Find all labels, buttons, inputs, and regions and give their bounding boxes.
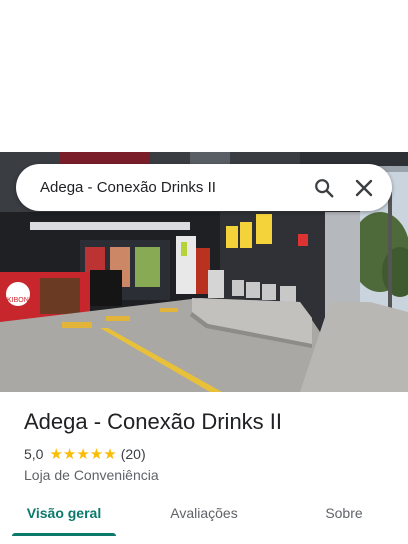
place-title: Adega - Conexão Drinks II	[24, 409, 283, 434]
tab-reviews[interactable]: Avaliações	[128, 496, 280, 536]
place-category[interactable]: Loja de Conveniência	[24, 467, 394, 485]
rating-row[interactable]: 5,0 ★★★★★ (20)	[24, 445, 394, 463]
review-count: (20)	[120, 446, 146, 462]
close-icon[interactable]	[344, 168, 384, 208]
search-bar[interactable]: Adega - Conexão Drinks II	[16, 164, 392, 211]
kibon-logo: KIBON	[7, 297, 29, 304]
place-info: Adega - Conexão Drinks II 5,0 ★★★★★ (20)…	[24, 408, 394, 485]
tab-label: Visão geral	[26, 505, 102, 521]
place-tabs: Visão geral Avaliações Sobre	[0, 496, 408, 536]
active-tab-indicator	[12, 533, 116, 536]
tab-label: Sobre	[325, 505, 363, 521]
tab-label: Avaliações	[170, 505, 238, 521]
tab-overview[interactable]: Visão geral	[0, 496, 128, 536]
search-icon[interactable]	[304, 168, 344, 208]
star-rating-icon: ★★★★★	[49, 446, 117, 463]
tab-about[interactable]: Sobre	[280, 496, 408, 536]
rating-value: 5,0	[24, 446, 44, 462]
search-input[interactable]: Adega - Conexão Drinks II	[40, 179, 304, 196]
